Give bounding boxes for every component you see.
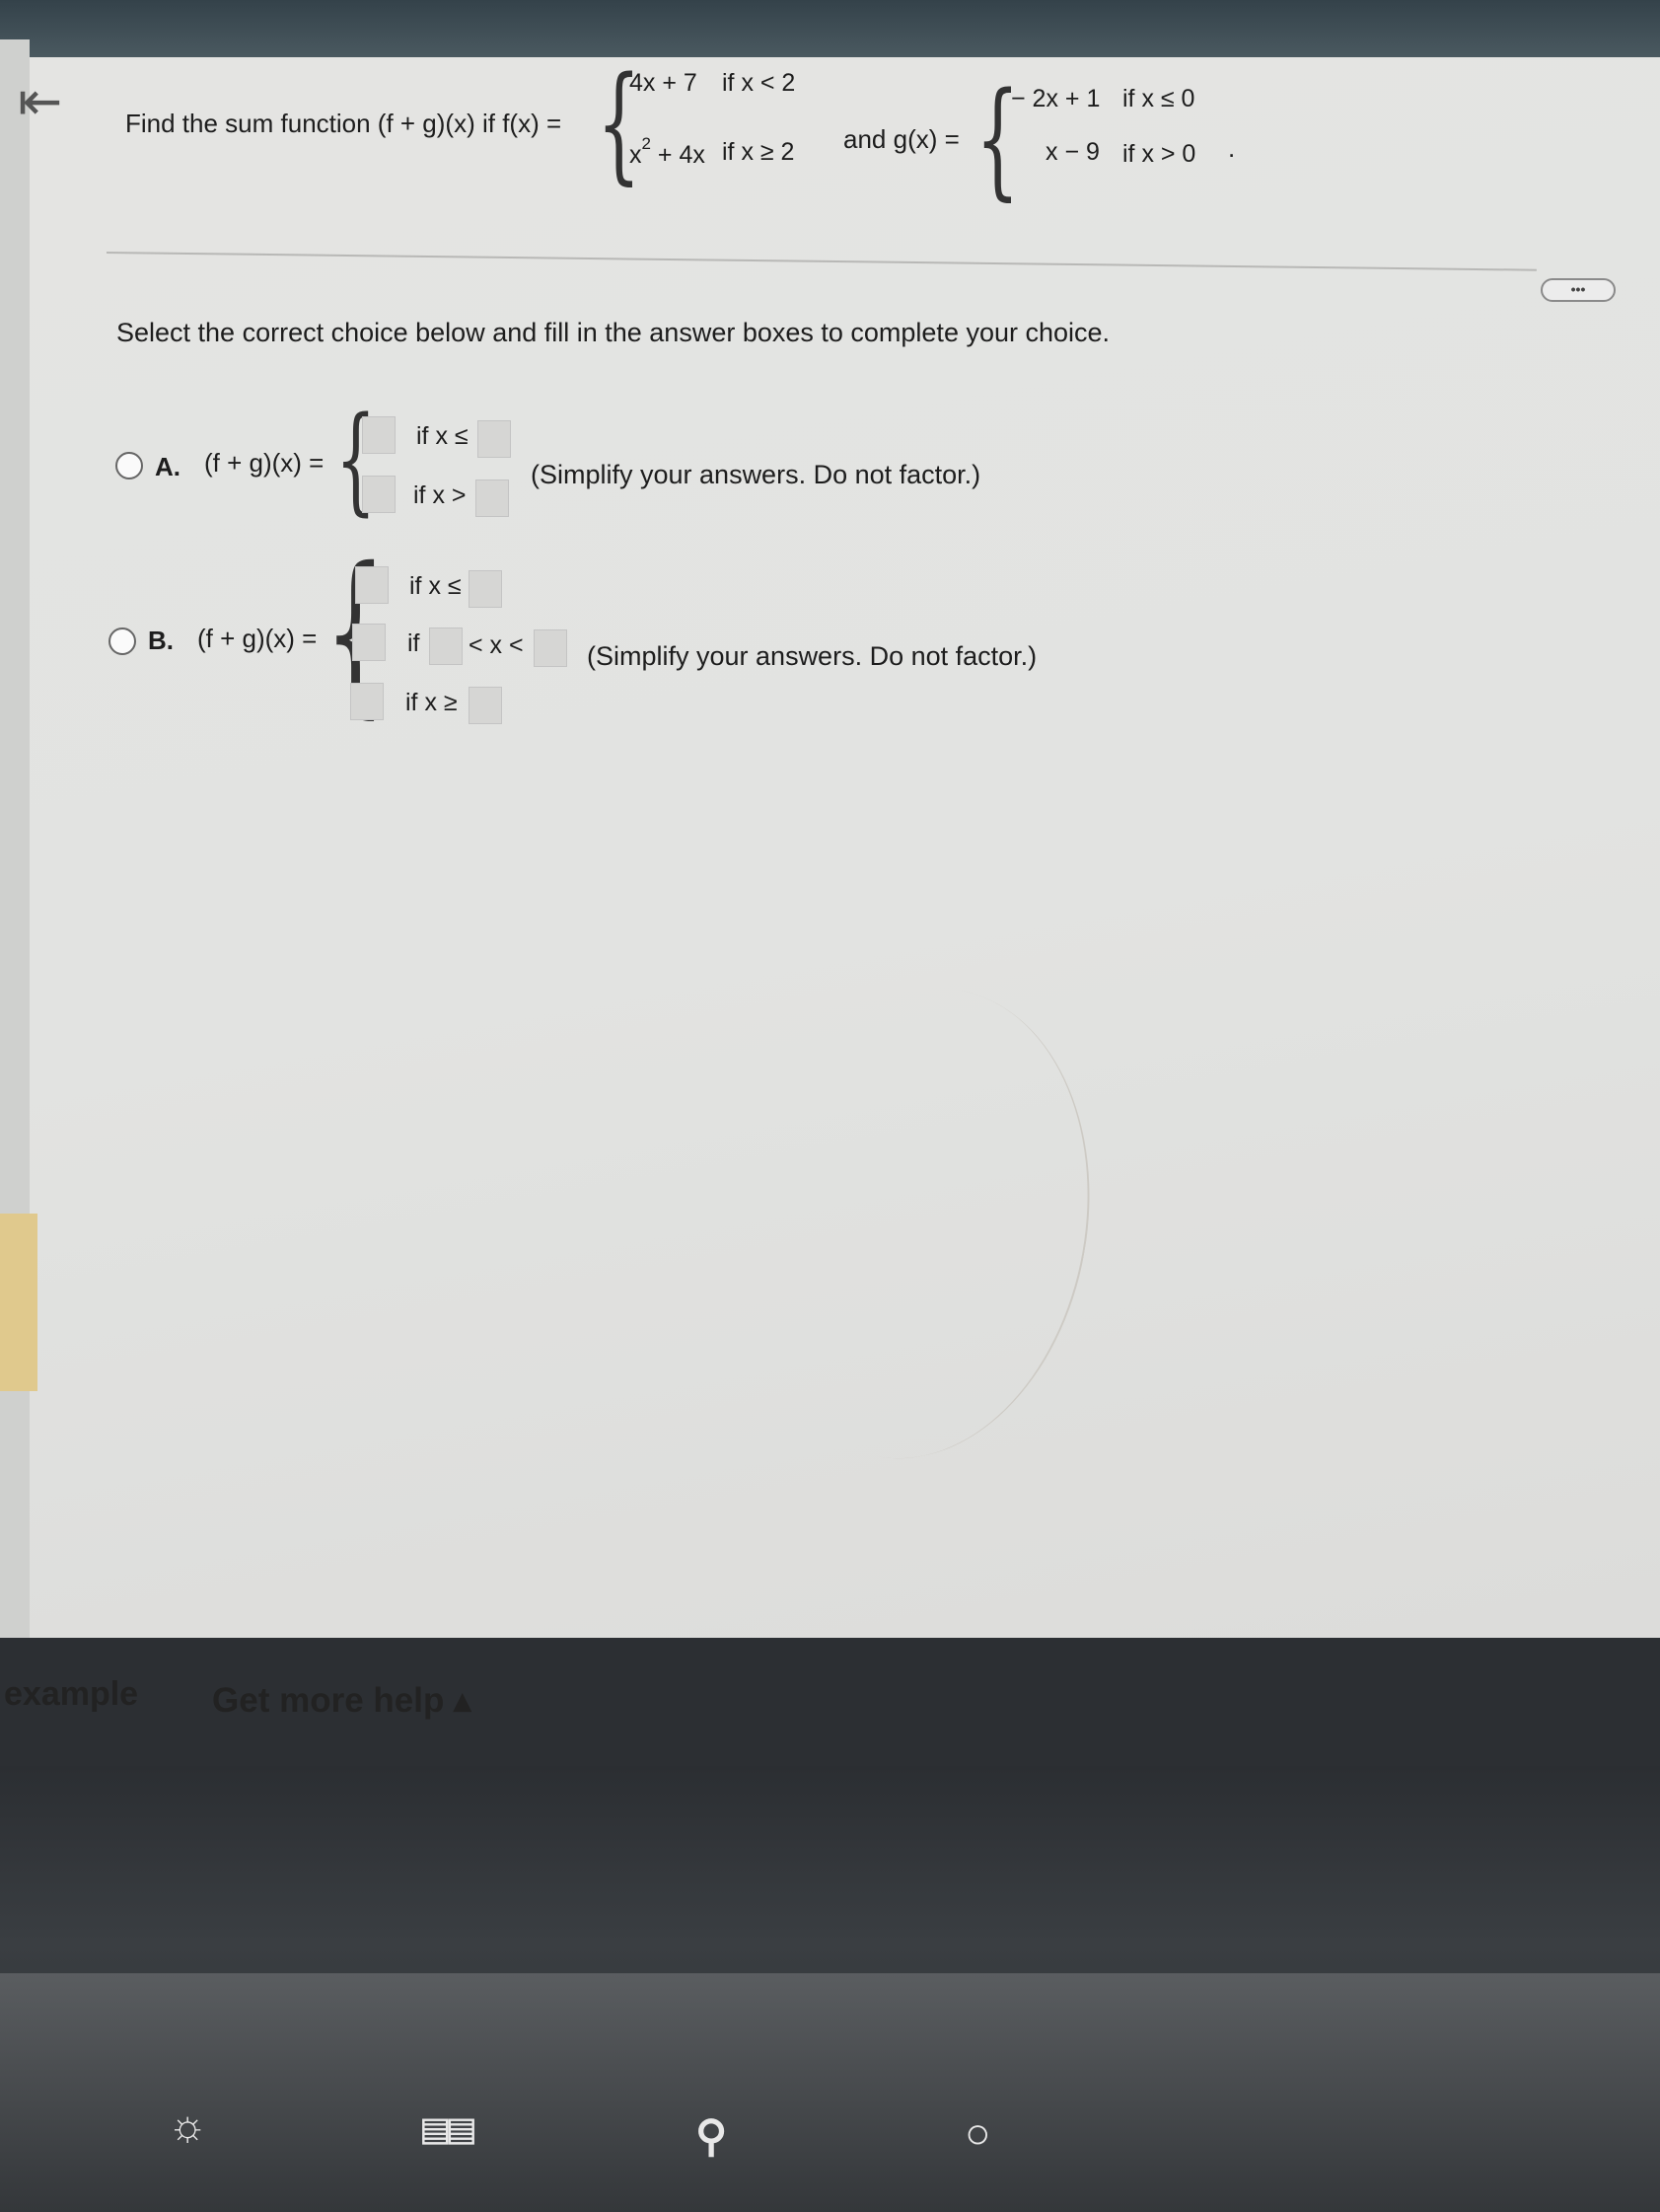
choice-b-row3-cond: if x ≥ (405, 689, 458, 716)
choice-a-bound2-input[interactable] (475, 479, 509, 517)
back-to-start-icon[interactable]: ⇤ (18, 75, 62, 128)
footer-bar (0, 1614, 1660, 1677)
choice-b-row1-cond: if x ≤ (409, 572, 462, 600)
f-case1-expr: 4x + 7 (629, 69, 697, 97)
question-prompt: Find the sum function (f + g)(x) if f(x)… (125, 61, 1486, 217)
choice-b-lower-bound-input[interactable] (429, 627, 463, 665)
choice-a-row2-cond: if x > (413, 481, 467, 509)
choice-a-hint: (Simplify your answers. Do not factor.) (531, 460, 981, 489)
mic-icon: ○ (965, 2109, 991, 2158)
choice-b-bound1-input[interactable] (469, 570, 502, 608)
choice-b-radio[interactable] (108, 627, 136, 655)
choice-a-letter: A. (155, 452, 180, 481)
choice-b-row2-mid: < x < (469, 631, 524, 659)
g-case2-cond: if x > 0 (1122, 140, 1196, 168)
choice-b-expr2-input[interactable] (352, 624, 386, 661)
view-example-link[interactable]: example (4, 1675, 138, 1714)
choice-a-expr1-input[interactable] (362, 416, 396, 454)
search-icon: ⚲ (695, 2112, 728, 2161)
choice-b-expr: (f + g)(x) = (197, 624, 318, 653)
choice-b-expr1-input[interactable] (355, 566, 389, 604)
mission-control-icon: ▤▤ (422, 2103, 474, 2154)
left-rail (0, 39, 37, 1638)
brightness-icon: ☼ (168, 2101, 208, 2150)
instruction-text: Select the correct choice below and fill… (116, 318, 1111, 347)
choice-b-hint: (Simplify your answers. Do not factor.) (587, 641, 1038, 671)
and-g-label: and g(x) = (843, 124, 960, 154)
top-bar (0, 0, 1660, 57)
g-case2-expr: x − 9 (1046, 138, 1100, 166)
f-case1-cond: if x < 2 (722, 69, 796, 97)
choice-a-expr: (f + g)(x) = (204, 448, 325, 478)
more-options-button[interactable]: ••• (1541, 278, 1616, 302)
choice-b-letter: B. (148, 626, 174, 655)
choice-b-upper-bound-input[interactable] (534, 629, 567, 667)
g-case1-expr: − 2x + 1 (1011, 85, 1101, 112)
f-piecewise: { 4x + 7 if x < 2 x2 + 4x if x ≥ 2 (597, 61, 853, 187)
question-period: . (1228, 133, 1236, 163)
choice-b-row2-if: if (407, 629, 420, 657)
keyboard-area: ☼ ▤▤ ⚲ ○ (0, 1973, 1660, 2212)
f-case2-expr: x2 + 4x (629, 134, 705, 169)
choice-b-bound3-input[interactable] (469, 687, 502, 724)
choice-b[interactable]: B. (f + g)(x) = { if x ≤ if < x < (Simpl… (104, 545, 1189, 746)
choice-a-row1-cond: if x ≤ (416, 422, 469, 450)
side-tab[interactable] (0, 1214, 37, 1391)
get-more-help-button[interactable]: Get more help ▴ (212, 1681, 471, 1721)
choice-a[interactable]: A. (f + g)(x) = { if x ≤ if x > (Simplif… (110, 401, 1097, 535)
g-piecewise: { − 2x + 1 if x ≤ 0 x − 9 if x > 0 (975, 77, 1232, 203)
g-case1-cond: if x ≤ 0 (1122, 85, 1195, 112)
choice-b-expr3-input[interactable] (350, 683, 384, 720)
question-prefix: Find the sum function (f + g)(x) if f(x)… (125, 109, 562, 138)
choice-a-bound1-input[interactable] (477, 420, 511, 458)
choice-a-expr2-input[interactable] (362, 476, 396, 513)
f-case2-cond: if x ≥ 2 (722, 138, 795, 166)
choice-a-radio[interactable] (115, 452, 143, 479)
